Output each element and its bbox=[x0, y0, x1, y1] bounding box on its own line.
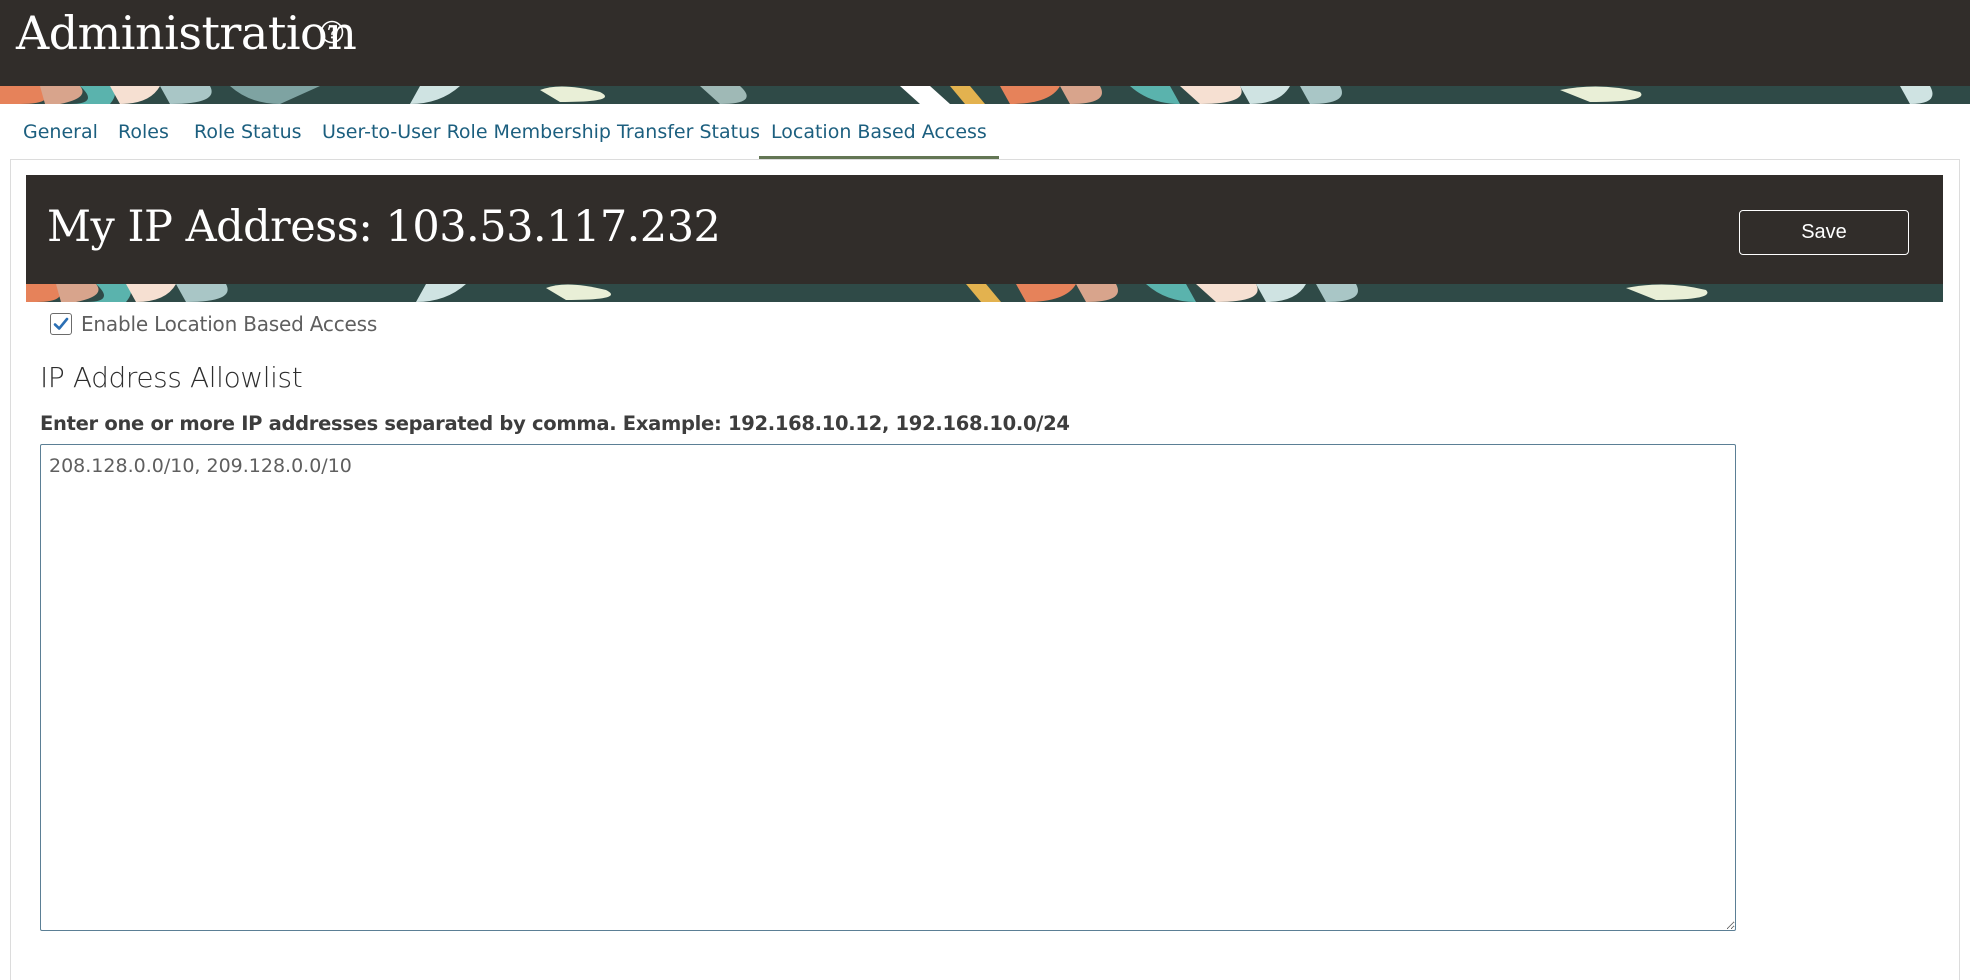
save-button[interactable]: Save bbox=[1739, 210, 1909, 255]
tab-role-status[interactable]: Role Status bbox=[194, 104, 302, 160]
help-circle-icon[interactable] bbox=[320, 20, 344, 44]
app-title: Administration bbox=[16, 6, 357, 60]
enable-location-access-label[interactable]: Enable Location Based Access bbox=[81, 312, 377, 336]
enable-location-access-checkbox[interactable] bbox=[50, 313, 72, 335]
tab-general[interactable]: General bbox=[23, 104, 98, 160]
tab-role-membership-transfer-status[interactable]: User-to-User Role Membership Transfer St… bbox=[322, 104, 760, 160]
app-header: Administration bbox=[0, 0, 1970, 86]
checkmark-icon bbox=[53, 317, 69, 330]
decorative-banner bbox=[0, 86, 1970, 104]
allowlist-field-label: Enter one or more IP addresses separated… bbox=[40, 412, 1070, 435]
tab-location-based-access[interactable]: Location Based Access bbox=[759, 104, 999, 160]
ip-address-title: My IP Address: 103.53.117.232 bbox=[47, 202, 721, 252]
enable-location-access-row: Enable Location Based Access bbox=[50, 310, 377, 338]
allowlist-section-title: IP Address Allowlist bbox=[40, 361, 303, 394]
ip-header: My IP Address: 103.53.117.232 Save bbox=[26, 175, 1943, 284]
ip-allowlist-textarea[interactable]: 208.128.0.0/10, 209.128.0.0/10 bbox=[40, 444, 1736, 931]
tab-roles[interactable]: Roles bbox=[118, 104, 169, 160]
decorative-banner bbox=[26, 284, 1943, 302]
tab-bar: General Roles Role Status User-to-User R… bbox=[0, 104, 1970, 160]
